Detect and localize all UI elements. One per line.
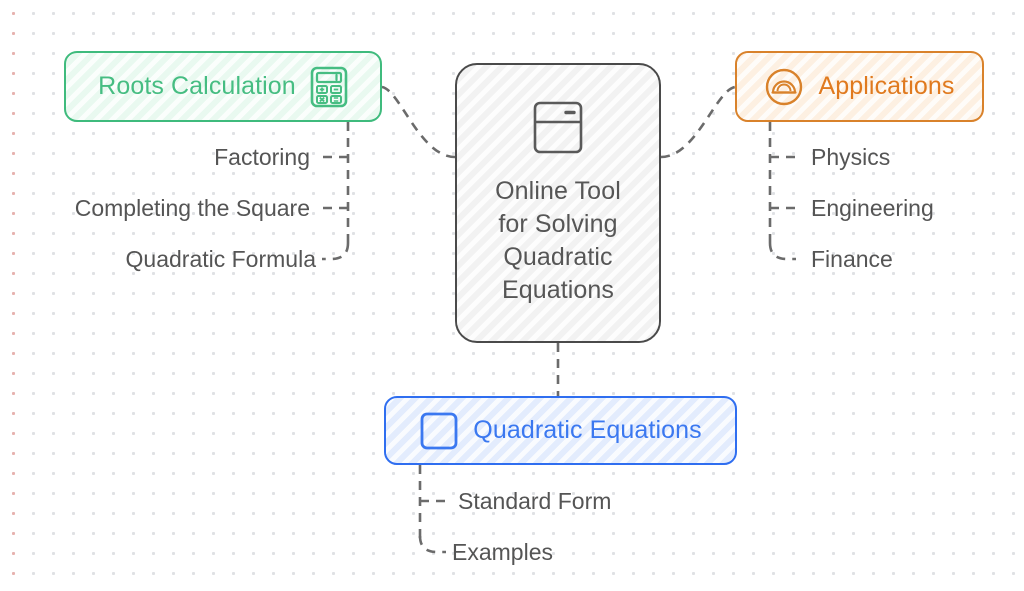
connector-center-to-roots: [381, 85, 456, 159]
leaf-label-examples: Examples: [452, 539, 553, 565]
connector-center-to-applications: [660, 85, 736, 159]
center-node[interactable]: Online Tool for Solving Quadratic Equati…: [455, 63, 661, 343]
leaf-label-quadratic-formula: Quadratic Formula: [125, 246, 316, 272]
leaf-label-standard-form: Standard Form: [458, 488, 612, 514]
archive-dome-circle-icon: [764, 67, 804, 107]
center-node-label: Online Tool for Solving Quadratic Equati…: [495, 176, 621, 304]
background-accent-dot-column: [0, 0, 30, 591]
branch-node-quadratic-equations[interactable]: Quadratic Equations: [384, 396, 737, 465]
leaf-label-finance: Finance: [811, 246, 893, 272]
connector-roots-child-2: [322, 242, 350, 261]
square-outline-icon: [419, 411, 459, 451]
connector-applications-child-2: [768, 242, 796, 261]
window-panel-icon: [532, 100, 584, 155]
leaf-label-completing-the-square: Completing the Square: [74, 195, 310, 221]
connector-quadratic-child-1: [418, 535, 446, 554]
roots-calculation-label: Roots Calculation: [98, 72, 296, 100]
branch-node-roots-calculation[interactable]: Roots Calculation: [64, 51, 382, 122]
quadratic-equations-label: Quadratic Equations: [473, 416, 702, 444]
branch-node-applications[interactable]: Applications: [735, 51, 984, 122]
leaf-label-physics: Physics: [811, 144, 891, 170]
leaf-label-factoring: Factoring: [214, 144, 310, 170]
mindmap-canvas: Online Tool for Solving Quadratic Equati…: [0, 0, 1024, 591]
calculator-icon: [310, 66, 348, 108]
applications-label: Applications: [818, 72, 955, 100]
leaf-label-engineering: Engineering: [811, 195, 934, 221]
